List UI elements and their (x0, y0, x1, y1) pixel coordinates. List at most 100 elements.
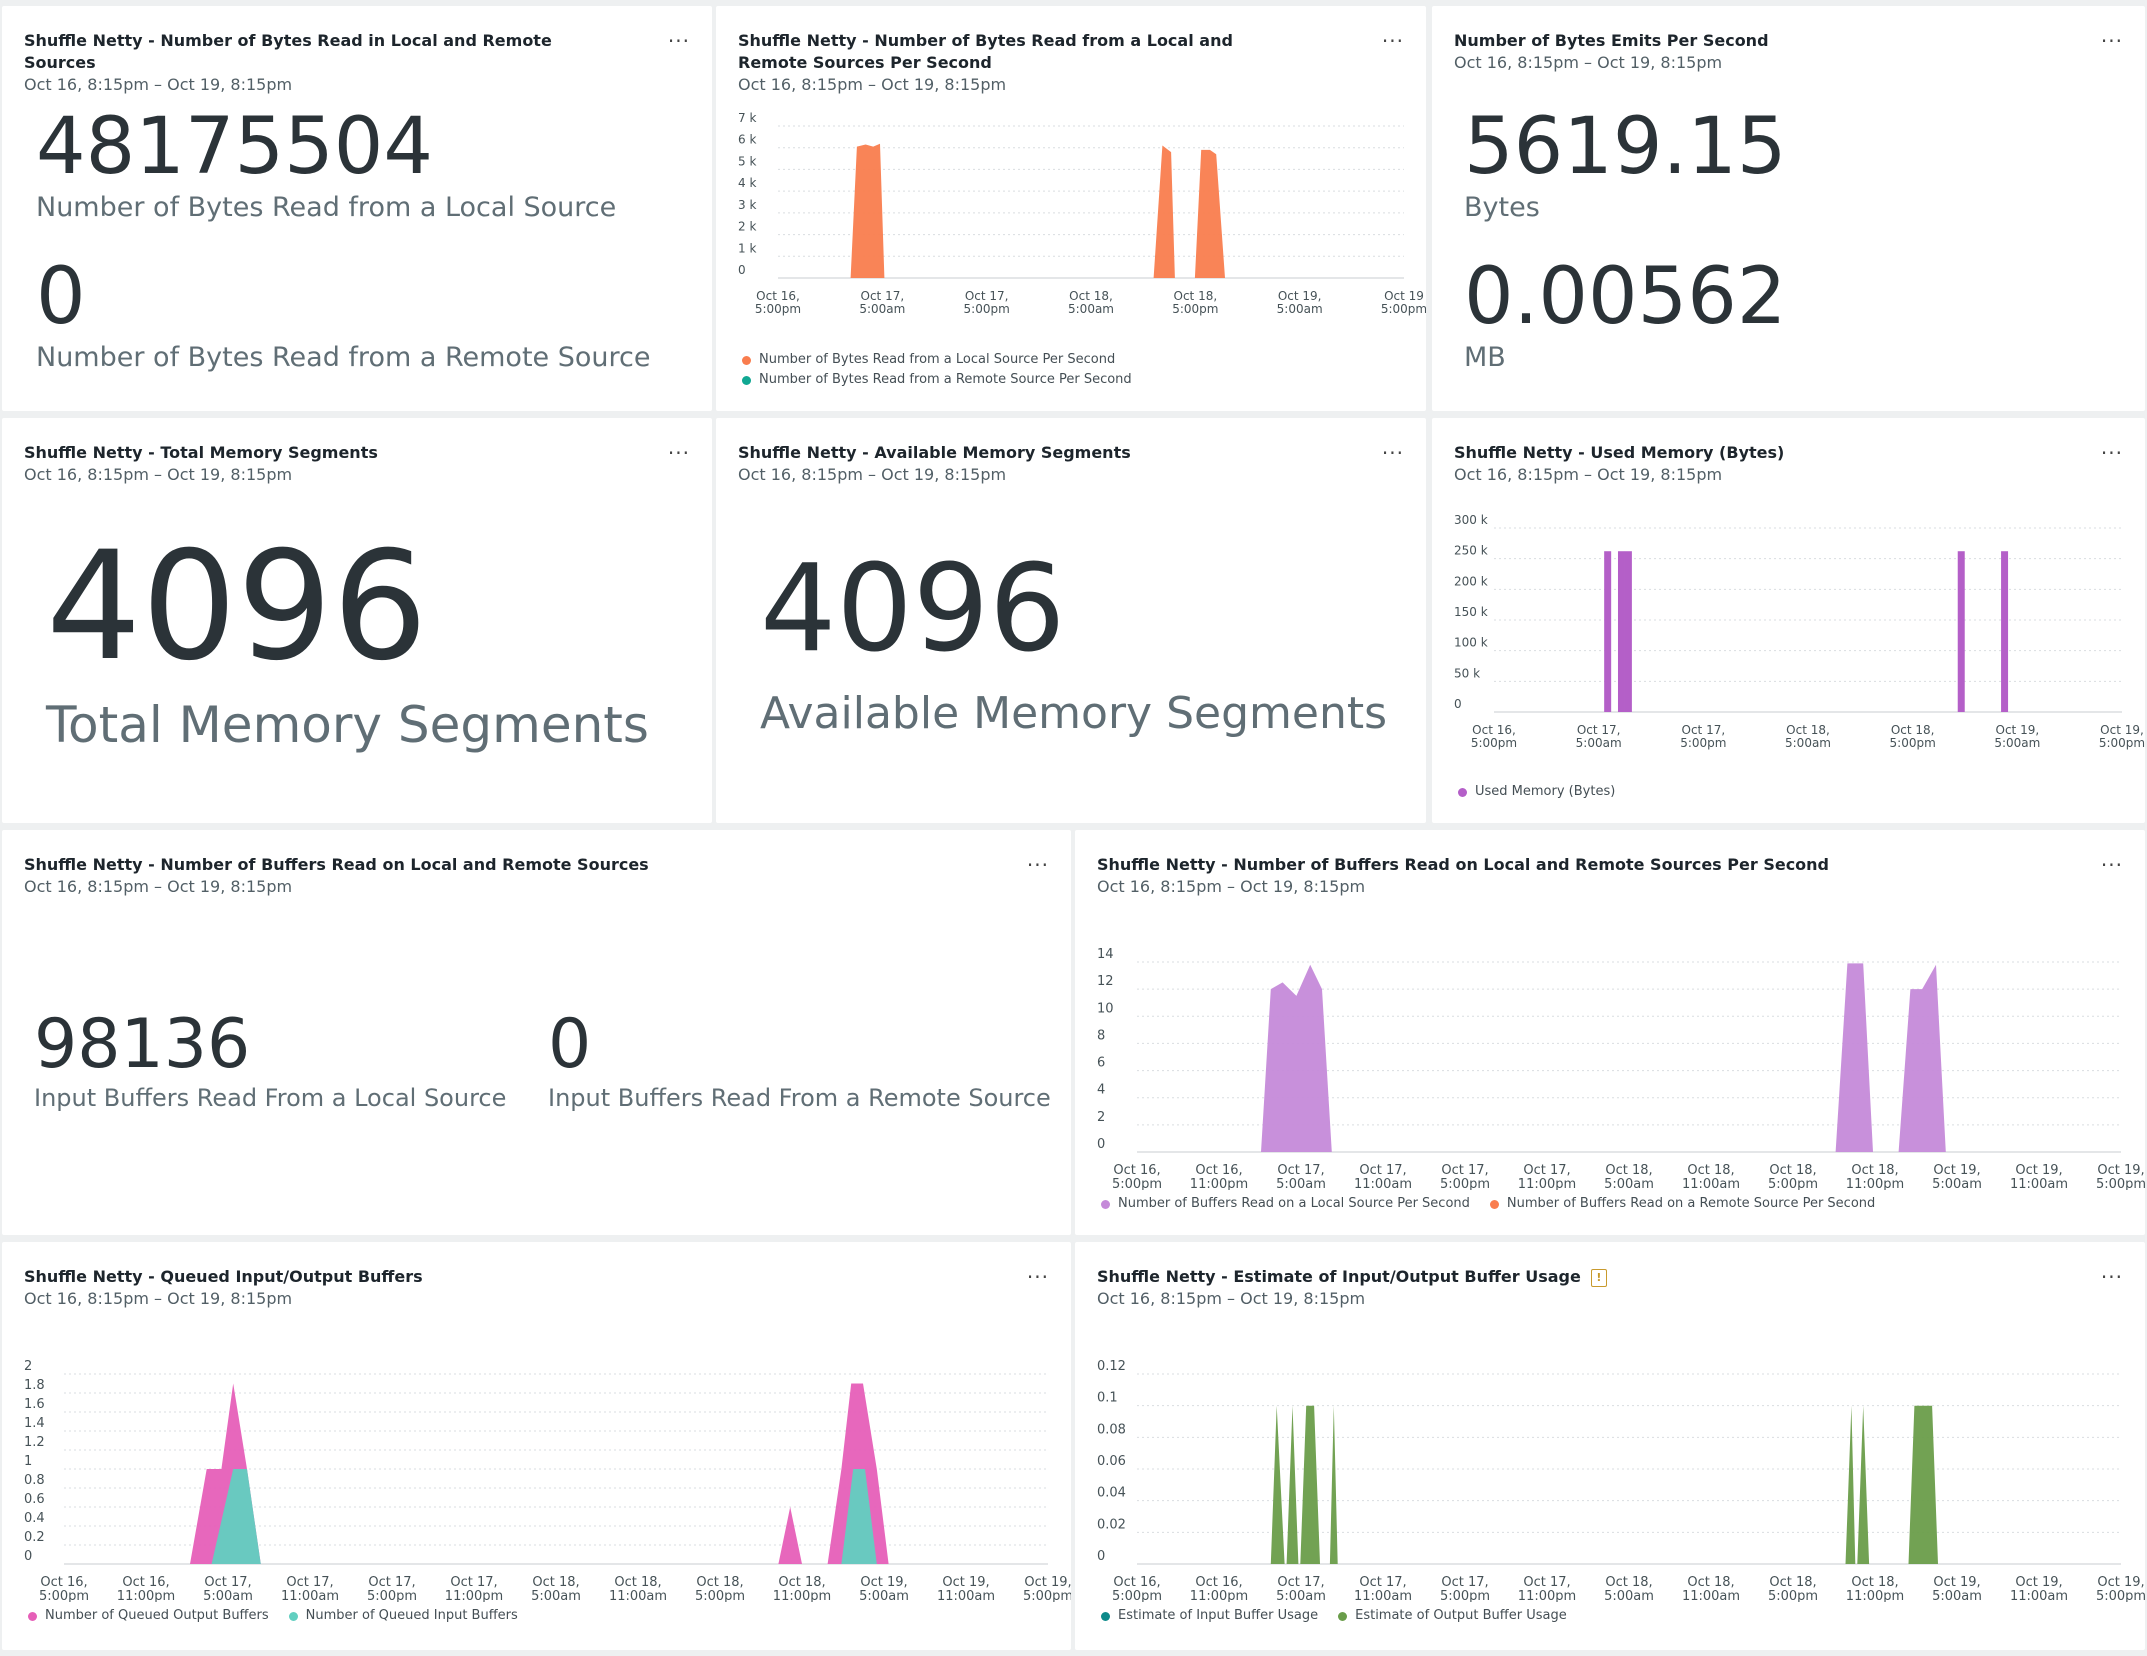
x-tick-label: Oct 18, 5:00am (1068, 289, 1114, 316)
panel-menu-button[interactable]: ... (1027, 1261, 1049, 1281)
x-tick-label: Oct 18, 5:00pm (1890, 723, 1936, 750)
panel-menu-button[interactable]: ... (1382, 25, 1404, 45)
panel-menu-button[interactable]: ... (668, 437, 690, 457)
y-tick-label: 6 k (738, 133, 756, 147)
x-tick-label: Oct 16, 5:00pm (1471, 723, 1517, 750)
legend-label: Number of Queued Input Buffers (305, 1608, 518, 1623)
total-segments-value: 4096 (46, 520, 428, 694)
time-range: Oct 16, 8:15pm – Oct 19, 8:15pm (24, 1289, 293, 1308)
panel-title: Shuffle Netty - Number of Bytes Read in … (24, 30, 622, 96)
panel-total-memory-segments: Shuffle Netty - Total Memory Segments Oc… (2, 418, 712, 823)
x-tick-label: Oct 19, 5:00am (1277, 289, 1323, 316)
legend-dot-icon (1489, 1199, 1499, 1209)
y-tick-label: 1.4 (24, 1416, 45, 1431)
panel-menu-button[interactable]: ... (1382, 437, 1404, 457)
x-tick-label: Oct 18, 11:00am (1682, 1163, 1740, 1190)
legend-label: Used Memory (Bytes) (1475, 784, 1616, 799)
used-memory-chart: 0 50 k 100 k 150 k 200 k 250 k 300 k Oct 16, 5:0… (1454, 513, 2145, 750)
panel-title: Shuffle Netty - Number of Buffers Read o… (1097, 854, 2055, 898)
legend-item[interactable]: Number of Buffers Read on a Remote Sourc… (1489, 1194, 1875, 1214)
time-range: Oct 16, 8:15pm – Oct 19, 8:15pm (738, 465, 1007, 484)
y-tick-label: 0.6 (24, 1492, 45, 1507)
legend-item[interactable]: Number of Buffers Read on a Local Source… (1101, 1194, 1470, 1214)
x-tick-label: Oct 18, 5:00am (1785, 723, 1831, 750)
y-tick-label: 3 k (738, 198, 756, 212)
panel-title: Shuffle Netty - Number of Buffers Read o… (24, 854, 981, 898)
panel-title: Shuffle Netty - Available Memory Segment… (738, 442, 1336, 486)
chart-legend: Used Memory (Bytes) (1458, 782, 1615, 802)
y-tick-label: 300 k (1454, 513, 1488, 527)
local-buffers-label: Input Buffers Read From a Local Source (34, 1084, 507, 1112)
legend-dot-icon (28, 1611, 37, 1621)
time-range: Oct 16, 8:15pm – Oct 19, 8:15pm (1097, 1289, 1366, 1308)
legend-item[interactable]: Estimate of Input Buffer Usage (1101, 1606, 1318, 1626)
x-tick-label: Oct 18, 5:00pm (1768, 1163, 1818, 1190)
panel-title: Number of Bytes Emits Per Second Oct 16,… (1454, 30, 2055, 74)
y-tick-label: 14 (1097, 947, 1114, 962)
x-tick-label: Oct 19, 11:00am (2010, 1575, 2068, 1602)
remote-bytes-label: Number of Bytes Read from a Remote Sourc… (36, 342, 651, 373)
local-buffers-value: 98136 (34, 1005, 251, 1084)
x-tick-label: Oct 17, 5:00am (1276, 1163, 1326, 1190)
time-range: Oct 16, 8:15pm – Oct 19, 8:15pm (738, 75, 1007, 94)
time-range: Oct 16, 8:15pm – Oct 19, 8:15pm (1454, 465, 1723, 484)
bytes-per-second-chart: 0 1 k 2 k 3 k 4 k 5 k 6 k 7 k Oct 16, 5:00pm Oct 1… (738, 111, 1426, 316)
x-tick-label: Oct 18, 11:00am (609, 1575, 667, 1602)
x-tick-label: Oct 19 5:00pm (1381, 289, 1426, 316)
remote-buffers-label: Input Buffers Read From a Remote Source (548, 1084, 1051, 1112)
x-tick-label: Oct 19, 5:00pm (2096, 1163, 2145, 1190)
x-tick-label: Oct 17, 5:00am (859, 289, 905, 316)
x-tick-label: Oct 18, 11:00pm (773, 1575, 831, 1602)
time-range: Oct 16, 8:15pm – Oct 19, 8:15pm (1097, 877, 1366, 896)
warning-icon[interactable]: ! (1590, 1268, 1607, 1287)
megabytes-unit-label: MB (1464, 342, 1506, 373)
x-tick-label: Oct 18, 5:00pm (695, 1575, 745, 1602)
buffer-usage-chart: 0 0.02 0.04 0.06 0.08 0.1 0.12 Oct 16, 5:00pm Oct… (1097, 1359, 2145, 1602)
legend-item[interactable]: Number of Queued Input Buffers (288, 1606, 518, 1626)
y-tick-label: 8 (1097, 1028, 1105, 1043)
series-bar (1604, 551, 1612, 712)
x-tick-label: Oct 17, 5:00pm (1440, 1163, 1490, 1190)
y-tick-label: 0.08 (1097, 1422, 1126, 1437)
panel-title: Shuffle Netty - Estimate of Input/Output… (1097, 1266, 2055, 1310)
panel-menu-button[interactable]: ... (668, 25, 690, 45)
y-tick-label: 2 (1097, 1110, 1105, 1125)
x-tick-label: Oct 19, 5:00am (1932, 1163, 1982, 1190)
megabytes-per-second-value: 0.00562 (1464, 252, 1787, 342)
panel-menu-button[interactable]: ... (1027, 849, 1049, 869)
x-tick-label: Oct 17, 5:00pm (1680, 723, 1726, 750)
y-tick-label: 0 (1097, 1549, 1105, 1564)
panel-menu-button[interactable]: ... (2101, 25, 2123, 45)
panel-title: Shuffle Netty - Queued Input/Output Buff… (24, 1266, 981, 1310)
x-tick-label: Oct 17, 11:00pm (1518, 1163, 1576, 1190)
y-tick-label: 2 k (738, 220, 756, 234)
legend-item[interactable]: Estimate of Output Buffer Usage (1338, 1606, 1567, 1626)
legend-item[interactable]: Used Memory (Bytes) (1458, 782, 1615, 802)
legend-dot-icon (1101, 1611, 1110, 1621)
panel-menu-button[interactable]: ... (2101, 849, 2123, 869)
y-tick-label: 0.2 (24, 1530, 45, 1545)
y-tick-label: 1.2 (24, 1435, 45, 1450)
x-tick-label: Oct 16, 11:00pm (1190, 1575, 1248, 1602)
legend-item[interactable]: Number of Bytes Read from a Local Source… (742, 350, 1132, 370)
legend-item[interactable]: Number of Bytes Read from a Remote Sourc… (742, 370, 1132, 390)
legend-dot-icon (1338, 1611, 1348, 1621)
x-tick-label: Oct 19, 5:00pm (1023, 1575, 1071, 1602)
legend-dot-icon (1101, 1199, 1110, 1209)
x-tick-label: Oct 18, 5:00am (1604, 1163, 1654, 1190)
x-tick-label: Oct 17, 5:00am (203, 1575, 253, 1602)
series-area (850, 143, 1225, 278)
panel-menu-button[interactable]: ... (2101, 1261, 2123, 1281)
total-segments-label: Total Memory Segments (46, 696, 649, 754)
x-tick-label: Oct 16, 5:00pm (39, 1575, 89, 1602)
y-tick-label: 2 (24, 1359, 32, 1374)
y-tick-label: 12 (1097, 974, 1114, 989)
panel-title: Shuffle Netty - Total Memory Segments Oc… (24, 442, 622, 486)
legend-item[interactable]: Number of Queued Output Buffers (28, 1606, 269, 1626)
panel-title: Shuffle Netty - Number of Bytes Read fro… (738, 30, 1306, 96)
y-tick-label: 4 k (738, 176, 756, 190)
panel-buffers-per-second: Shuffle Netty - Number of Buffers Read o… (1075, 830, 2145, 1235)
panel-menu-button[interactable]: ... (2101, 437, 2123, 457)
x-tick-label: Oct 17, 5:00pm (964, 289, 1010, 316)
local-bytes-value: 48175504 (36, 102, 434, 192)
